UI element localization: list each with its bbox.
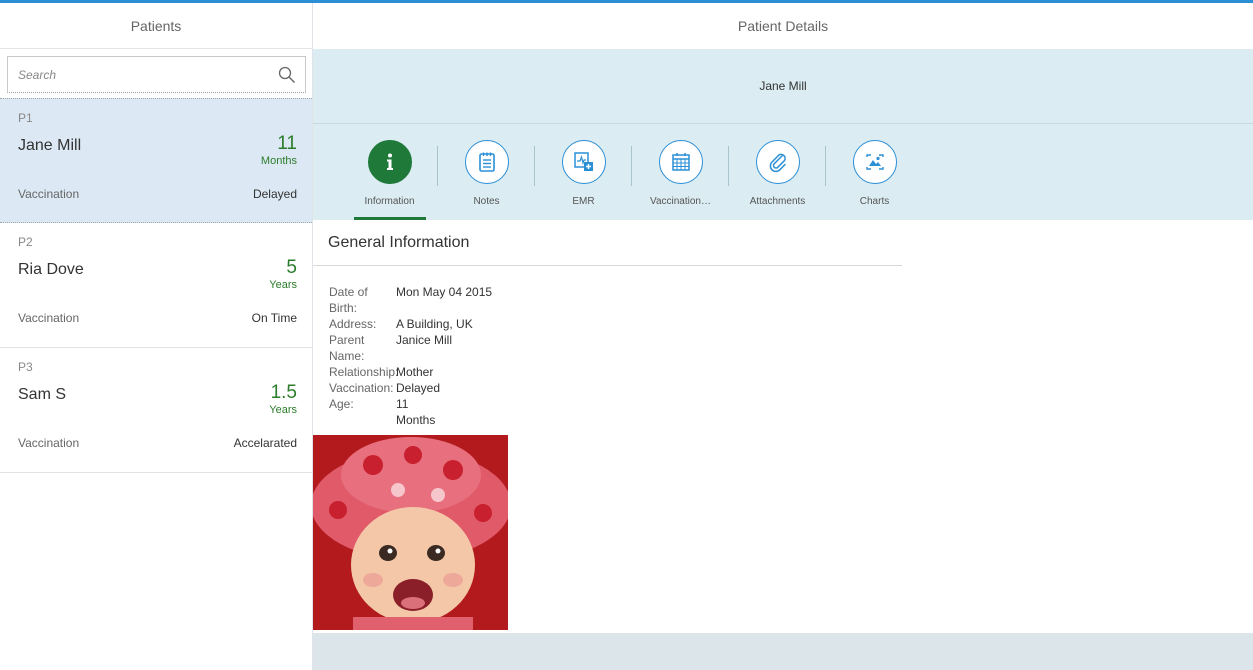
age-label: Age: [329,397,354,411]
list-item[interactable]: P1 Jane Mill 11 Months Vaccination Delay… [0,98,312,223]
tab-label: Notes [473,196,500,207]
list-item[interactable]: P2 Ria Dove 5 Years Vaccination On Time [0,223,312,348]
address-value: A Building, UK [396,317,473,331]
tab-charts[interactable]: Charts [826,140,923,220]
patient-name: Jane Mill [18,137,82,154]
info-icon[interactable] [367,140,412,184]
tab-information[interactable]: Information [341,140,438,220]
dob-value: Mon May 04 2015 [396,285,493,299]
tab-attachments[interactable]: Attachments [729,140,826,220]
search-input[interactable] [18,67,277,82]
dob-label: Date of Birth: [329,285,368,315]
object-header: Jane Mill [313,49,1253,124]
tab-label: EMR [572,196,595,207]
age-number: 5 [286,257,297,278]
attribute-label: Vaccination [18,436,80,450]
tab-label: Vaccination… [650,196,711,207]
age-value: 11 [396,397,409,411]
patient-id: P3 [18,360,33,374]
vaccination-label: Vaccination: [329,381,394,395]
tab-label: Charts [859,196,890,207]
attribute-value: Accelarated [233,436,297,450]
patient-id: P2 [18,235,33,249]
emr-icon[interactable] [561,140,606,184]
master-title: Patients [0,3,312,49]
patient-id: P1 [18,111,33,125]
tab-label: Information [364,196,415,207]
image-chart-icon[interactable] [852,140,897,184]
footer-toolbar [313,633,1253,670]
parent-name-value: Janice Mill [396,333,453,347]
search-icon[interactable] [277,65,297,85]
patient-list: P1 Jane Mill 11 Months Vaccination Delay… [0,98,312,473]
notes-icon[interactable] [464,140,509,184]
relationship-label: Relationship: [329,365,399,379]
attribute-label: Vaccination [18,311,80,325]
general-info-form: Date of Birth: Mon May 04 2015 Address: A … [313,266,1253,428]
attribute-label: Vaccination [18,187,80,201]
age-unit: Years [269,279,297,291]
parent-name-label: Parent Name: [329,333,365,363]
icon-tab-bar: Information Notes EMR Vaccination… Attac… [313,124,1253,220]
search-field[interactable] [7,56,306,93]
tab-emr[interactable]: EMR [535,140,632,220]
age-unit: Months [260,155,297,167]
address-label: Address: [329,317,377,331]
paperclip-icon[interactable] [755,140,800,184]
age-unit-value: Months [396,413,436,427]
object-title: Jane Mill [759,79,807,93]
vaccination-value: Delayed [396,381,441,395]
age-number: 1.5 [270,382,297,403]
active-tab-indicator [353,217,426,220]
age-number: 11 [277,133,297,154]
section-title: General Information [313,220,902,266]
patient-photo [311,435,511,630]
detail-title: Patient Details [737,18,829,34]
detail-pane: Patient Details Jane Mill Information No… [311,3,1253,670]
patient-name: Ria Dove [18,261,84,278]
tab-label: Attachments [749,196,806,207]
age-unit: Years [269,404,297,416]
calendar-icon[interactable] [658,140,703,184]
attribute-value: On Time [251,311,297,325]
attribute-value: Delayed [252,187,297,201]
master-pane: Patients P1 Jane Mill 11 Months Vaccinat… [0,3,313,670]
list-item[interactable]: P3 Sam S 1.5 Years Vaccination Accelarat… [0,348,312,473]
tab-vaccination[interactable]: Vaccination… [632,140,729,220]
tab-notes[interactable]: Notes [438,140,535,220]
patient-name: Sam S [18,386,67,403]
relationship-value: Mother [396,365,434,379]
